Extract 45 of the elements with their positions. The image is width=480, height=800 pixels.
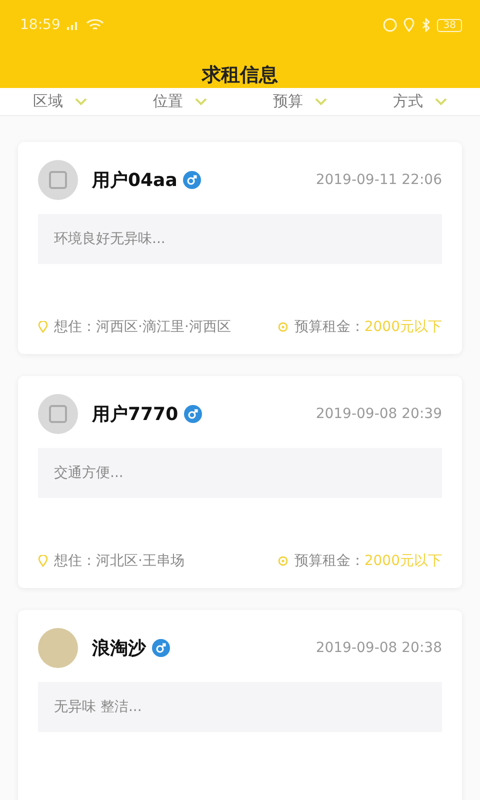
status-time: 18:59 [20,17,60,33]
post-description: 交通方便... [38,448,442,498]
default-avatar [38,394,78,434]
battery-level: 38 [437,18,462,32]
location-text: 河西区·滴江里·河西区 [96,318,231,336]
budget-amount: 2000元以下 [364,552,442,570]
chevron-down-icon [75,98,87,106]
post-description: 环境良好无异味... [38,214,442,264]
post-card[interactable]: 用户7770 2019-09-08 20:39 交通方便... 想住：河北区·王串场 预算租金：2000元以下 [18,376,462,588]
coin-icon [278,322,288,332]
filter-dropdown[interactable]: 方式 [389,88,451,115]
coin-icon [278,556,288,566]
user-name: 用户04aa [92,169,178,192]
filter-dropdown[interactable]: 预算 [269,88,331,115]
post-time: 2019-09-08 20:39 [316,406,442,422]
alarm-icon [383,18,398,32]
bluetooth-icon [421,18,432,32]
filter-dropdown[interactable]: 区域 [29,88,91,115]
post-time: 2019-09-11 22:06 [316,172,442,188]
default-avatar [38,160,78,200]
location-icon [403,18,416,32]
avatar-photo-placeholder [38,628,78,668]
post-card[interactable]: 用户04aa 2019-09-11 22:06 环境良好无异味... 想住：河西区·滴江里·河西区 预算租金：2000元以下 [18,142,462,354]
location-label: 想住： [54,552,96,570]
male-symbol-icon [183,171,202,189]
location-label: 想住： [54,318,96,336]
budget-label: 预算租金： [294,318,364,336]
location-text: 河北区·王串场 [96,552,184,570]
post-card[interactable]: 浪淘沙 2019-09-08 20:38 无异味 整洁... [18,610,462,800]
user-name: 用户7770 [92,403,178,426]
budget-label: 预算租金： [294,552,364,570]
chevron-down-icon [195,98,207,106]
page-title: 求租信息 [202,63,278,88]
wifi-icon [86,18,104,32]
post-time: 2019-09-08 20:38 [316,640,442,656]
budget-amount: 2000元以下 [364,318,442,336]
male-symbol-icon [184,405,202,423]
chevron-down-icon [315,98,327,106]
location-pin-icon [38,555,48,567]
male-symbol-icon [152,639,170,657]
user-name: 浪淘沙 [92,637,146,660]
filter-dropdown[interactable]: 位置 [149,88,211,115]
chevron-down-icon [435,98,447,106]
post-description: 无异味 整洁... [38,682,442,732]
location-pin-icon [38,321,48,333]
